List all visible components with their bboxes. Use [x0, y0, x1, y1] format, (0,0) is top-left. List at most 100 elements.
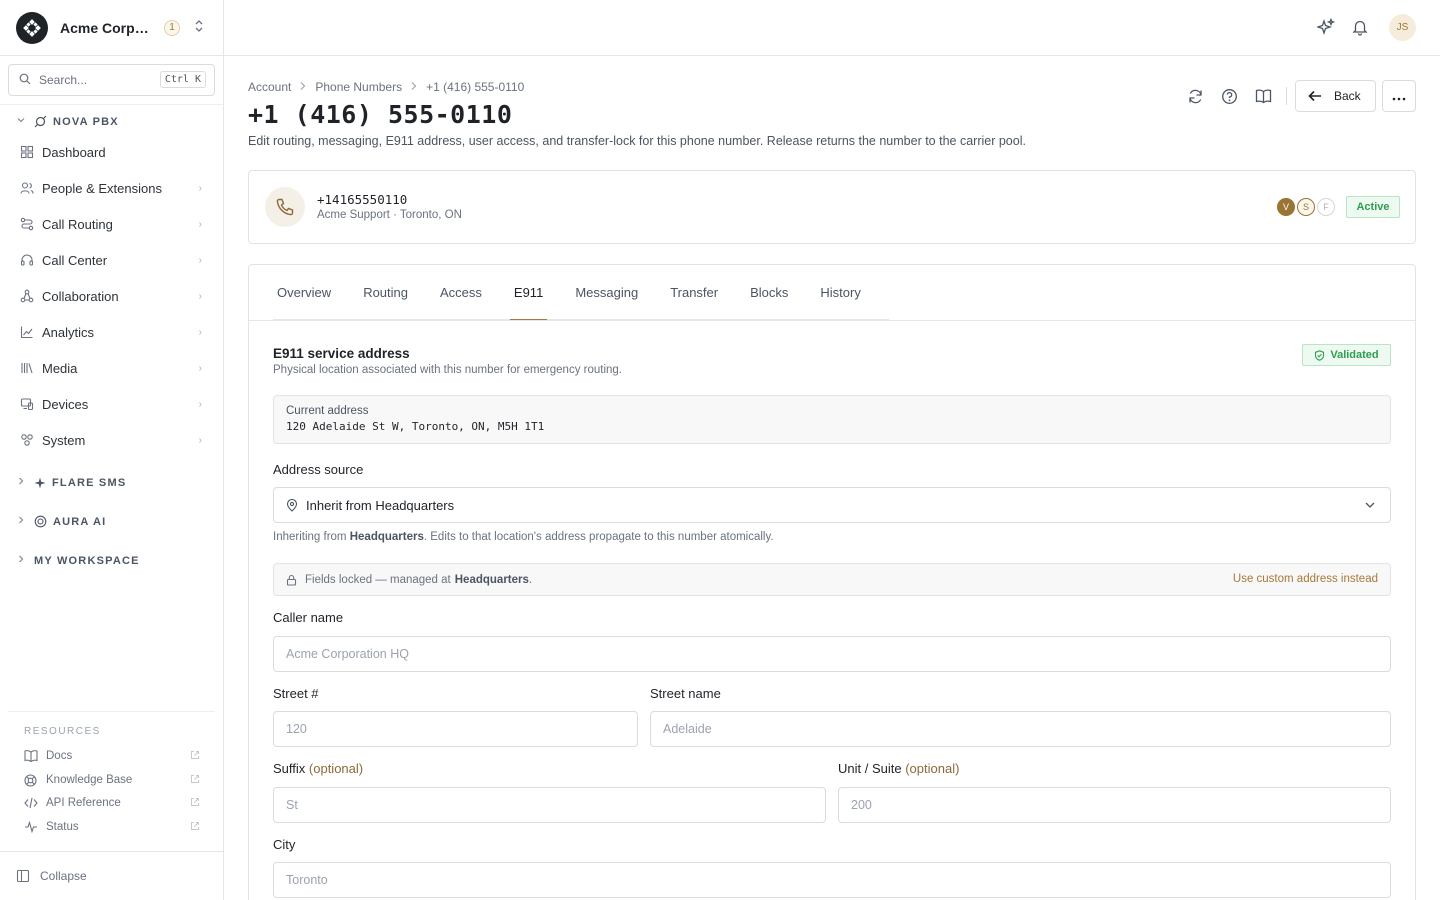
ai-sparkles-icon[interactable] — [1317, 18, 1335, 36]
external-link-icon — [190, 750, 200, 763]
inherit-note: Inheriting from Headquarters. Edits to t… — [273, 531, 774, 543]
nav-label: Dashboard — [42, 144, 106, 160]
nav-dashboard[interactable]: Dashboard — [12, 136, 212, 168]
chevron-down-icon — [1364, 499, 1376, 511]
org-switcher[interactable]: Acme Corporation 1 — [0, 0, 223, 56]
validated-badge: Validated — [1302, 344, 1391, 366]
user-avatar[interactable]: JS — [1389, 14, 1416, 41]
tab-access[interactable]: Access — [436, 265, 486, 320]
collaboration-icon — [20, 289, 34, 303]
chevron-right-icon: › — [198, 326, 202, 338]
bell-icon[interactable] — [1351, 18, 1369, 36]
city-label: City — [273, 837, 296, 852]
tab-overview[interactable]: Overview — [273, 265, 335, 320]
refresh-icon[interactable] — [1187, 88, 1204, 105]
breadcrumb-phone-numbers[interactable]: Phone Numbers — [315, 80, 402, 94]
pulse-icon — [24, 821, 38, 833]
street-name-input[interactable]: Adelaide — [650, 711, 1391, 747]
resource-api-reference[interactable]: API Reference — [24, 793, 204, 813]
chevron-right-icon — [410, 81, 418, 94]
search-input[interactable]: Search... Ctrl K — [8, 64, 215, 96]
resource-docs[interactable]: Docs — [24, 746, 204, 766]
top-bar: JS — [224, 0, 1440, 56]
tab-blocks[interactable]: Blocks — [746, 265, 792, 320]
tab-history[interactable]: History — [816, 265, 864, 320]
breadcrumb-account[interactable]: Account — [248, 80, 291, 94]
chevron-right-icon — [16, 554, 28, 567]
nav-call-center[interactable]: Call Center › — [12, 244, 212, 276]
divider — [0, 104, 223, 105]
back-button[interactable]: Back — [1295, 80, 1376, 112]
chevron-right-icon: › — [198, 182, 202, 194]
tab-messaging[interactable]: Messaging — [571, 265, 642, 320]
routing-icon — [20, 217, 34, 231]
current-address-value: 120 Adelaide St W, Toronto, ON, M5H 1T1 — [286, 420, 545, 433]
number-subtitle: Acme Support · Toronto, ON — [317, 209, 462, 221]
page-title: +1 (416) 555-0110 — [248, 100, 513, 129]
search-icon — [19, 73, 31, 88]
optional-tag: (optional) — [905, 761, 960, 776]
nav-system[interactable]: System › — [12, 424, 212, 456]
help-icon[interactable] — [1221, 88, 1238, 105]
chevron-right-icon — [299, 81, 307, 94]
resource-knowledge-base[interactable]: Knowledge Base — [24, 770, 204, 790]
chevron-updown-icon — [194, 19, 204, 36]
group-aura-ai[interactable]: AURA AI — [16, 515, 106, 528]
chevron-right-icon — [16, 515, 28, 528]
group-my-workspace[interactable]: MY WORKSPACE — [16, 554, 140, 567]
suffix-label-text: Suffix — [273, 761, 306, 776]
chevron-right-icon: › — [198, 290, 202, 302]
docs-book-icon[interactable] — [1255, 88, 1272, 105]
book-icon — [24, 750, 38, 762]
sidebar: Acme Corporation 1 Search... Ctrl K NOVA… — [0, 0, 224, 900]
code-icon — [24, 797, 38, 809]
chevron-right-icon: › — [198, 434, 202, 446]
tab-transfer[interactable]: Transfer — [666, 265, 722, 320]
tab-e911[interactable]: E911 — [509, 265, 548, 321]
breadcrumb: Account Phone Numbers +1 (416) 555-0110 — [248, 80, 524, 94]
use-custom-address-link[interactable]: Use custom address instead — [1233, 573, 1378, 585]
external-link-icon — [190, 821, 200, 834]
org-notification-badge: 1 — [164, 19, 180, 36]
collapse-sidebar-button[interactable]: Collapse — [0, 851, 223, 900]
inherit-note-location: Headquarters — [349, 531, 424, 543]
unit-label-text: Unit / Suite — [838, 761, 902, 776]
group-label: FLARE SMS — [52, 476, 127, 489]
phone-icon — [265, 187, 305, 227]
collapse-label: Collapse — [40, 869, 87, 883]
city-input[interactable]: Toronto — [273, 862, 1391, 898]
current-address-label: Current address — [286, 405, 369, 417]
nav-label: Call Routing — [42, 216, 113, 232]
tab-bar: Overview Routing Access E911 Messaging T… — [273, 265, 889, 321]
chart-icon — [20, 325, 34, 339]
nav-people-extensions[interactable]: People & Extensions › — [12, 172, 212, 204]
resource-label: Status — [46, 821, 79, 833]
page-description: Edit routing, messaging, E911 address, u… — [248, 134, 1026, 148]
nav-devices[interactable]: Devices › — [12, 388, 212, 420]
unit-label: Unit / Suite (optional) — [838, 761, 959, 776]
nav-label: Analytics — [42, 324, 95, 340]
divider — [8, 711, 215, 712]
more-horizontal-icon — [1392, 89, 1406, 104]
tab-routing[interactable]: Routing — [359, 265, 412, 320]
suffix-input[interactable]: St — [273, 787, 826, 823]
resource-status[interactable]: Status — [24, 817, 204, 837]
caller-name-input[interactable]: Acme Corporation HQ — [273, 636, 1391, 672]
resource-label: API Reference — [46, 797, 121, 809]
address-source-select[interactable]: Inherit from Headquarters — [273, 487, 1391, 523]
nav-collaboration[interactable]: Collaboration › — [12, 280, 212, 312]
pbx-icon — [34, 115, 47, 128]
search-shortcut: Ctrl K — [159, 71, 206, 88]
shield-check-icon — [1314, 349, 1325, 361]
group-nova-pbx[interactable]: NOVA PBX — [16, 115, 119, 128]
street-number-input[interactable]: 120 — [273, 711, 638, 747]
nav-analytics[interactable]: Analytics › — [12, 316, 212, 348]
nav-call-routing[interactable]: Call Routing › — [12, 208, 212, 240]
org-name: Acme Corporation — [60, 19, 156, 36]
nav-label: Collaboration — [42, 288, 119, 304]
locked-prefix: Fields locked — managed at — [305, 573, 451, 586]
group-flare-sms[interactable]: FLARE SMS — [16, 476, 126, 489]
unit-input[interactable]: 200 — [838, 787, 1391, 823]
more-actions-button[interactable] — [1382, 80, 1416, 112]
nav-media[interactable]: Media › — [12, 352, 212, 384]
